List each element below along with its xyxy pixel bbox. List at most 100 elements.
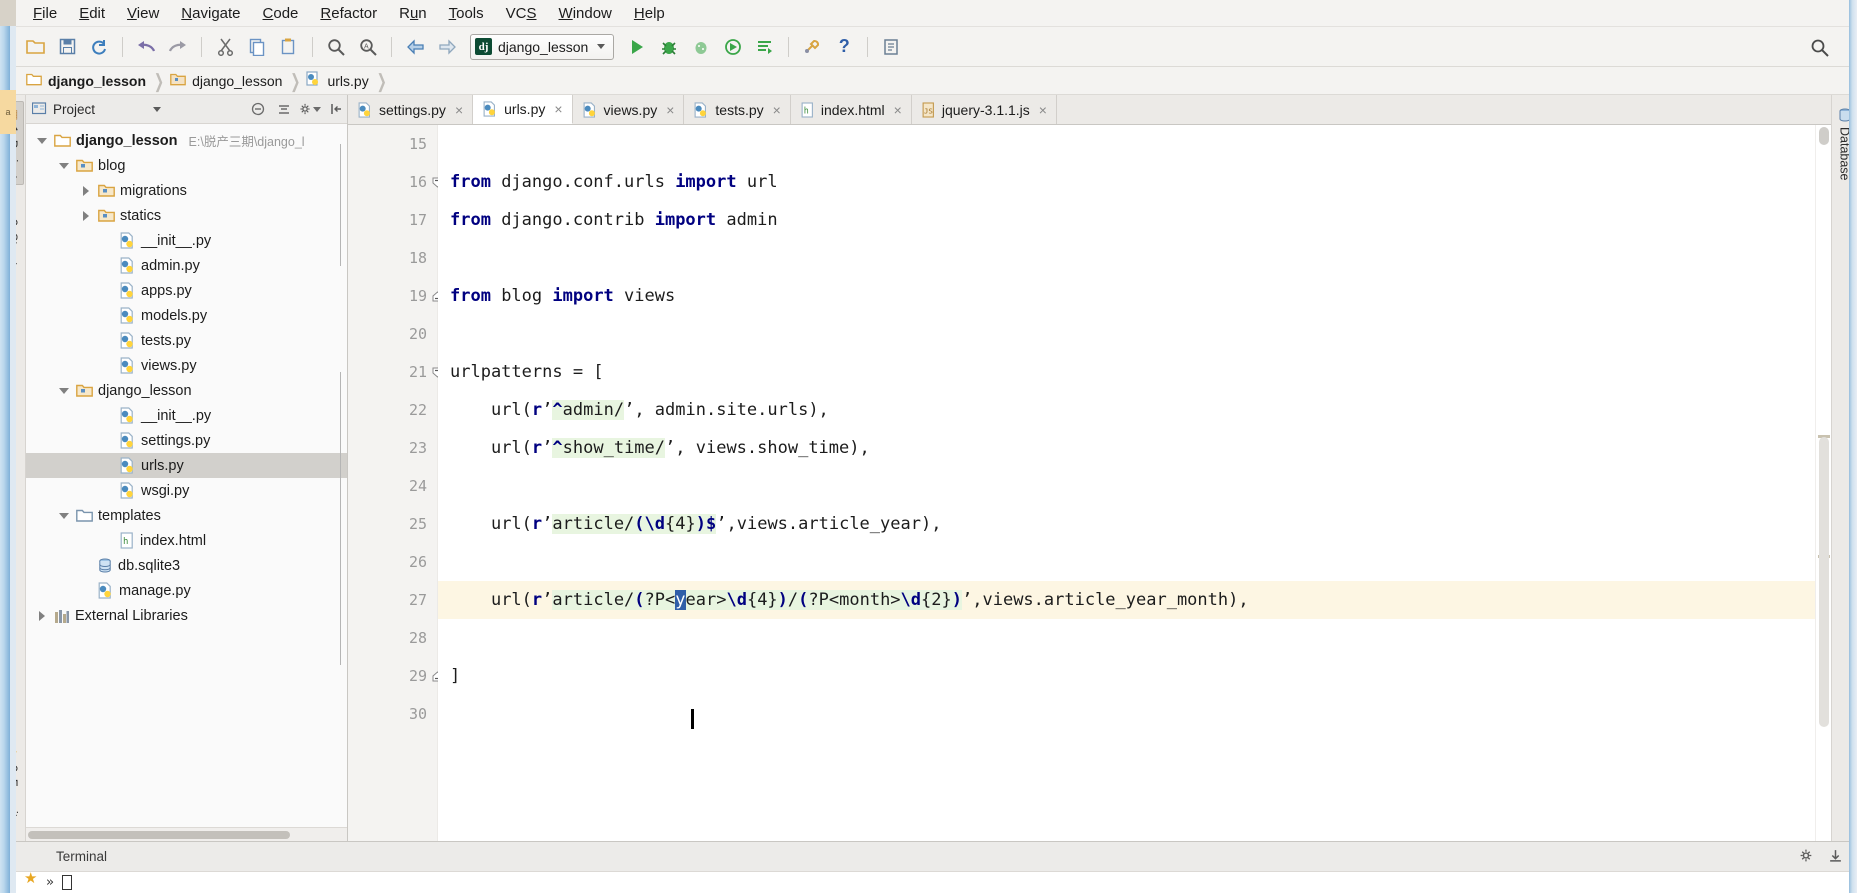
code-line-16[interactable]: from django.conf.urls import url — [438, 163, 1815, 201]
code-line-25[interactable]: url(r’ article/(\d{4})$’ ,views.article_ye… — [438, 505, 1815, 543]
code-line-23[interactable]: url(r’ ^show_time/’, views.show_time), — [438, 429, 1815, 467]
code-line-28[interactable] — [438, 619, 1815, 657]
close-icon[interactable]: × — [554, 101, 562, 117]
chevron-right-icon[interactable] — [78, 185, 93, 196]
code-line-20[interactable] — [438, 315, 1815, 353]
menu-item-refactor[interactable]: Refactor — [309, 3, 388, 24]
menu-item-code[interactable]: Code — [252, 3, 310, 24]
menu-item-help[interactable]: Help — [623, 3, 676, 24]
bottom-tab-terminal[interactable]: Terminal — [48, 846, 115, 867]
undo-icon[interactable] — [131, 33, 161, 61]
tree-node-index-html[interactable]: h index.html — [26, 528, 347, 553]
tree-node-apps-py[interactable]: apps.py — [26, 278, 347, 303]
replace-icon[interactable]: A — [353, 33, 383, 61]
code-line-19[interactable]: from blog import views — [438, 277, 1815, 315]
tree-node-external-libraries[interactable]: External Libraries — [26, 603, 347, 628]
copy-icon[interactable] — [242, 33, 272, 61]
close-icon[interactable]: × — [455, 102, 463, 118]
code-line-26[interactable] — [438, 543, 1815, 581]
chevron-right-icon[interactable] — [34, 610, 49, 621]
tree-node-statics[interactable]: statics — [26, 203, 347, 228]
project-tree[interactable]: django_lesson E:\脱产三期\django_l blog migrati… — [26, 124, 347, 827]
editor-tab-urls-py[interactable]: urls.py × — [473, 95, 573, 124]
tree-node-views-py[interactable]: views.py — [26, 353, 347, 378]
tree-node-tests-py[interactable]: tests.py — [26, 328, 347, 353]
code-content[interactable]: from django.conf.urls import url from dja… — [438, 125, 1815, 841]
chevron-down-icon[interactable] — [56, 512, 71, 519]
hide-panel-icon[interactable] — [325, 98, 347, 120]
scroll-from-source-icon[interactable] — [273, 98, 295, 120]
breadcrumb-item-2[interactable]: urls.py — [302, 69, 374, 92]
close-icon[interactable]: × — [1039, 102, 1047, 118]
settings-wrench-icon[interactable] — [797, 33, 827, 61]
redo-icon[interactable] — [163, 33, 193, 61]
menu-item-vcs[interactable]: VCS — [495, 3, 548, 24]
menu-item-tools[interactable]: Tools — [438, 3, 495, 24]
editor-vertical-scrollbar[interactable] — [1815, 125, 1831, 841]
scrollbar-thumb[interactable] — [1819, 127, 1829, 145]
close-icon[interactable]: × — [773, 102, 781, 118]
tree-node-django-lesson[interactable]: django_lesson E:\脱产三期\django_l — [26, 128, 347, 153]
terminal-panel[interactable]: » — [0, 871, 1857, 893]
cut-icon[interactable] — [210, 33, 240, 61]
favorites-star-icon[interactable]: ★ — [24, 869, 37, 887]
tree-node-manage-py[interactable]: manage.py — [26, 578, 347, 603]
back-icon[interactable] — [400, 33, 430, 61]
editor-tab-index-html[interactable]: h index.html × — [790, 95, 912, 124]
tree-node--init-py[interactable]: __init__.py — [26, 403, 347, 428]
editor-tab-tests-py[interactable]: tests.py × — [684, 95, 791, 124]
save-all-icon[interactable] — [52, 33, 82, 61]
tree-node-db-sqlite3[interactable]: db.sqlite3 — [26, 553, 347, 578]
tree-node-urls-py[interactable]: urls.py — [26, 453, 347, 478]
tree-node-admin-py[interactable]: admin.py — [26, 253, 347, 278]
update-project-icon[interactable] — [876, 33, 906, 61]
collapse-all-icon[interactable] — [247, 98, 269, 120]
tree-node-settings-py[interactable]: settings.py — [26, 428, 347, 453]
settings-gear-icon[interactable] — [299, 98, 321, 120]
chevron-right-icon[interactable] — [78, 210, 93, 221]
tree-node-wsgi-py[interactable]: wsgi.py — [26, 478, 347, 503]
menu-item-run[interactable]: Run — [388, 3, 438, 24]
forward-icon[interactable] — [432, 33, 462, 61]
chevron-down-icon[interactable] — [597, 44, 606, 49]
editor-tab-views-py[interactable]: views.py × — [572, 95, 685, 124]
debug-icon[interactable] — [654, 33, 684, 61]
search-everywhere-icon[interactable] — [1807, 35, 1831, 59]
line-number-gutter[interactable]: 15 16 17 18 19 20 21 22 23 24 25 26 27 28 29 30 — [340, 125, 443, 841]
run-icon[interactable] — [622, 33, 652, 61]
tree-node-django-lesson[interactable]: django_lesson — [26, 378, 347, 403]
code-line-21[interactable]: urlpatterns = [ — [438, 353, 1815, 391]
code-line-18[interactable] — [438, 239, 1815, 277]
editor-tab-settings-py[interactable]: settings.py × — [348, 95, 474, 124]
menu-item-window[interactable]: Window — [548, 3, 623, 24]
close-icon[interactable]: × — [894, 102, 902, 118]
sync-refresh-icon[interactable] — [84, 33, 114, 61]
breadcrumb-item-0[interactable]: django_lesson — [22, 70, 152, 91]
hide-icon[interactable] — [1828, 848, 1843, 866]
menu-item-file[interactable]: File — [22, 3, 68, 24]
paste-icon[interactable] — [274, 33, 304, 61]
code-line-22[interactable]: url(r’ ^admin/’, admin.site.urls), — [438, 391, 1815, 429]
tree-node-templates[interactable]: templates — [26, 503, 347, 528]
find-icon[interactable] — [321, 33, 351, 61]
help-icon[interactable]: ? — [829, 33, 859, 61]
close-icon[interactable]: × — [666, 102, 674, 118]
breadcrumb-item-1[interactable]: django_lesson — [166, 70, 288, 91]
code-line-24[interactable] — [438, 467, 1815, 505]
menu-item-navigate[interactable]: Navigate — [170, 3, 251, 24]
chevron-down-icon[interactable] — [313, 106, 321, 112]
menu-item-view[interactable]: View — [116, 3, 170, 24]
run-configuration-selector[interactable]: dj django_lesson — [470, 33, 615, 60]
chevron-down-icon[interactable] — [56, 387, 71, 394]
run-coverage-icon[interactable] — [686, 33, 716, 61]
project-panel-horizontal-scrollbar[interactable] — [26, 827, 347, 841]
tree-node--init-py[interactable]: __init__.py — [26, 228, 347, 253]
settings-gear-icon[interactable] — [1799, 848, 1814, 866]
chevron-down-icon[interactable] — [34, 137, 49, 144]
scrollbar-thumb-lower[interactable] — [1819, 437, 1829, 727]
code-line-17[interactable]: from django.contrib import admin — [438, 201, 1815, 239]
project-panel-title[interactable]: Project — [31, 101, 243, 118]
menu-item-edit[interactable]: Edit — [68, 3, 116, 24]
tree-node-migrations[interactable]: migrations — [26, 178, 347, 203]
attach-console-icon[interactable] — [750, 33, 780, 61]
